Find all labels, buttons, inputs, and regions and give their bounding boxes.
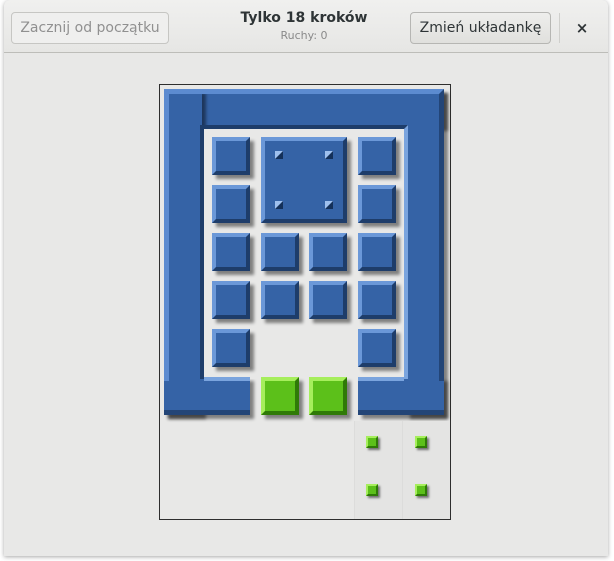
- large-blue-tile[interactable]: [261, 137, 347, 223]
- window-title: Tylko 18 kroków: [240, 10, 368, 26]
- title-area: Tylko 18 kroków Ruchy: 0: [204, 10, 404, 42]
- small-blue-tile[interactable]: [358, 233, 396, 271]
- small-blue-tile[interactable]: [261, 281, 299, 319]
- small-blue-tile[interactable]: [212, 329, 250, 367]
- small-blue-tile[interactable]: [358, 281, 396, 319]
- small-blue-tile[interactable]: [212, 185, 250, 223]
- header-bar: Zacznij od początku Tylko 18 kroków Ruch…: [4, 0, 608, 53]
- small-blue-tile[interactable]: [309, 281, 347, 319]
- close-icon: ×: [575, 19, 589, 37]
- target-area: [160, 421, 450, 519]
- close-button[interactable]: ×: [568, 14, 596, 42]
- frame-bottom-edge-right: [358, 410, 444, 415]
- target-marker: [366, 436, 378, 448]
- target-marker: [415, 484, 427, 496]
- frame-right: [406, 89, 444, 415]
- tile-corner-mark-icon: [275, 151, 283, 159]
- target-marker: [415, 436, 427, 448]
- frame-inner-edge-left: [204, 377, 250, 381]
- target-column: [354, 421, 402, 519]
- target-marker: [366, 484, 378, 496]
- app-window: Zacznij od początku Tylko 18 kroków Ruch…: [4, 0, 608, 556]
- frame-inner-edge-right: [358, 377, 404, 381]
- small-blue-tile[interactable]: [358, 185, 396, 223]
- restart-button[interactable]: Zacznij od początku: [11, 12, 169, 44]
- small-blue-tile[interactable]: [309, 233, 347, 271]
- small-blue-tile[interactable]: [212, 281, 250, 319]
- green-tile[interactable]: [261, 377, 299, 415]
- green-tile[interactable]: [309, 377, 347, 415]
- small-blue-tile[interactable]: [358, 329, 396, 367]
- header-separator: [559, 13, 560, 43]
- small-blue-tile[interactable]: [261, 233, 299, 271]
- small-blue-tile[interactable]: [212, 137, 250, 175]
- frame-left: [164, 89, 202, 415]
- frame-bottom-edge-left: [164, 410, 250, 415]
- moves-counter: Ruchy: 0: [280, 29, 328, 42]
- small-blue-tile[interactable]: [358, 137, 396, 175]
- puzzle-board[interactable]: [159, 84, 451, 520]
- tile-corner-mark-icon: [325, 201, 333, 209]
- frame-top: [164, 89, 444, 127]
- small-blue-tile[interactable]: [212, 233, 250, 271]
- tile-corner-mark-icon: [275, 201, 283, 209]
- tile-corner-mark-icon: [325, 151, 333, 159]
- change-puzzle-button[interactable]: Zmień układankę: [410, 12, 551, 44]
